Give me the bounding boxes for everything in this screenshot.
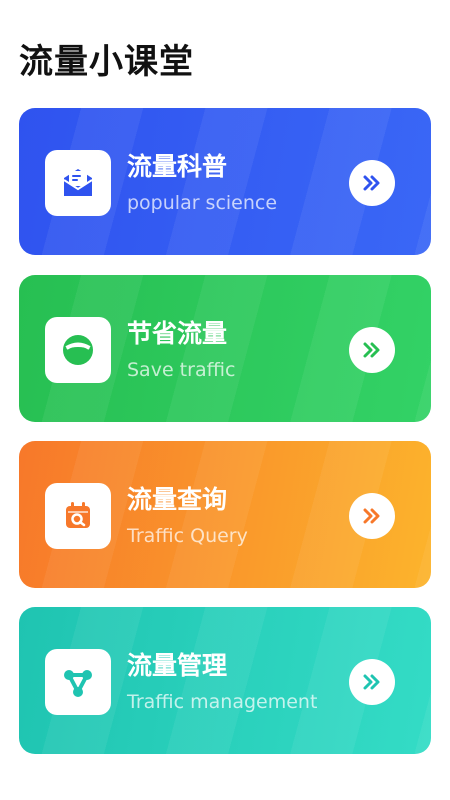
card-popular-science[interactable]: 流量科普 popular science	[19, 108, 431, 255]
card-save-traffic[interactable]: 节省流量 Save traffic	[19, 275, 431, 422]
card-subtitle: Save traffic	[127, 359, 236, 381]
card-icon-box	[45, 150, 111, 216]
page-title: 流量小课堂	[19, 42, 194, 82]
envelope-icon	[63, 169, 93, 196]
card-icon-box	[45, 317, 111, 383]
page: 流量小课堂 流量科普 popular science 节省流量 Save tra…	[0, 0, 450, 800]
double-chevron-right-icon	[363, 674, 380, 690]
card-title: 流量科普	[127, 152, 228, 181]
card-icon-box	[45, 649, 111, 715]
go-button[interactable]	[349, 493, 395, 539]
calendar-search-icon	[66, 502, 90, 528]
double-chevron-right-icon	[363, 508, 380, 524]
card-subtitle: Traffic management	[127, 691, 318, 713]
go-button[interactable]	[349, 160, 395, 206]
card-subtitle: popular science	[127, 192, 278, 214]
network-nodes-icon	[64, 670, 92, 697]
card-icon-box	[45, 483, 111, 549]
card-subtitle: Traffic Query	[127, 525, 248, 547]
card-traffic-management[interactable]: 流量管理 Traffic management	[19, 607, 431, 754]
double-chevron-right-icon	[363, 342, 380, 358]
card-title: 流量管理	[127, 651, 228, 680]
go-button[interactable]	[349, 659, 395, 705]
card-traffic-query[interactable]: 流量查询 Traffic Query	[19, 441, 431, 588]
card-title: 流量查询	[127, 485, 228, 514]
double-chevron-right-icon	[363, 175, 380, 191]
card-title: 节省流量	[127, 319, 228, 348]
go-button[interactable]	[349, 327, 395, 373]
circle-save-icon	[63, 335, 93, 365]
